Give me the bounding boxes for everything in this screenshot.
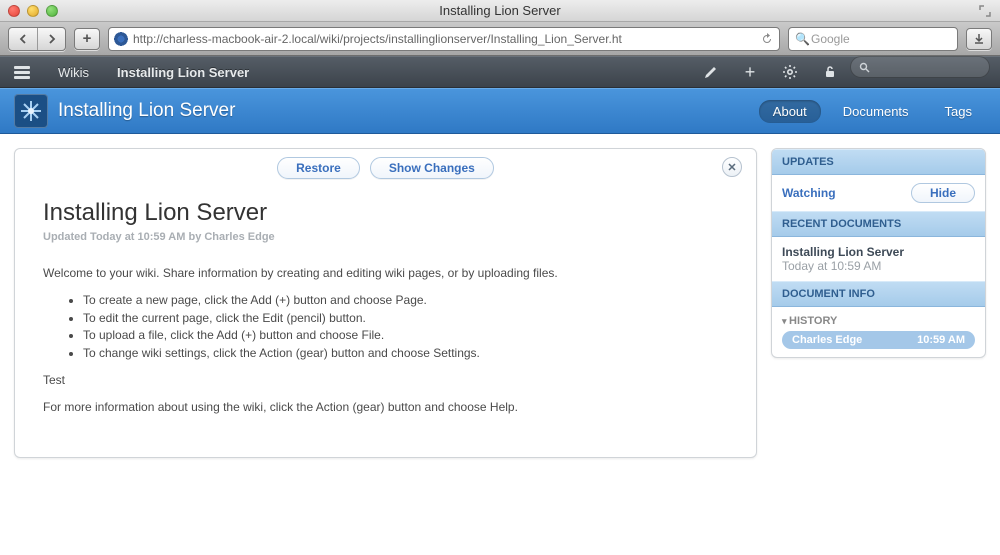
add-bookmark-button[interactable]: +	[74, 28, 100, 50]
forward-button[interactable]	[37, 28, 65, 50]
wiki-toolbar: Wikis Installing Lion Server +	[0, 56, 1000, 88]
wiki-menu-button[interactable]	[0, 56, 44, 88]
nav-buttons	[8, 27, 66, 51]
list-item: To upload a file, click the Add (+) butt…	[83, 327, 728, 344]
restore-button[interactable]: Restore	[277, 157, 360, 179]
window-title: Installing Lion Server	[0, 3, 1000, 18]
wiki-logo-icon	[14, 94, 48, 128]
wiki-search-field[interactable]	[850, 56, 990, 78]
lock-button[interactable]	[810, 56, 850, 88]
intro-paragraph: Welcome to your wiki. Share information …	[43, 265, 728, 282]
hide-button[interactable]: Hide	[911, 183, 975, 203]
url-text: http://charless-macbook-air-2.local/wiki…	[133, 32, 622, 46]
test-paragraph: Test	[43, 372, 728, 389]
recent-doc-title: Installing Lion Server	[782, 245, 975, 259]
content-area: Restore Show Changes ✕ Installing Lion S…	[0, 134, 1000, 472]
breadcrumb-current[interactable]: Installing Lion Server	[103, 56, 263, 88]
recent-doc-time: Today at 10:59 AM	[782, 259, 975, 273]
tab-documents[interactable]: Documents	[829, 100, 923, 123]
history-entry[interactable]: Charles Edge 10:59 AM	[782, 331, 975, 349]
edit-button[interactable]	[690, 56, 730, 88]
browser-toolbar: + http://charless-macbook-air-2.local/wi…	[0, 22, 1000, 56]
wiki-header: Installing Lion Server About Documents T…	[0, 88, 1000, 134]
more-paragraph: For more information about using the wik…	[43, 399, 728, 416]
url-field[interactable]: http://charless-macbook-air-2.local/wiki…	[108, 27, 780, 51]
show-changes-button[interactable]: Show Changes	[370, 157, 494, 179]
watching-row: Watching Hide	[772, 175, 985, 211]
back-button[interactable]	[9, 28, 37, 50]
search-icon: 🔍	[795, 32, 809, 46]
updates-header: UPDATES	[772, 149, 985, 175]
list-item: To change wiki settings, click the Actio…	[83, 345, 728, 362]
main-panel: Restore Show Changes ✕ Installing Lion S…	[14, 148, 757, 458]
history-label[interactable]: HISTORY	[782, 315, 975, 327]
history-time: 10:59 AM	[917, 334, 965, 346]
search-field[interactable]: 🔍 Google	[788, 27, 958, 51]
action-gear-button[interactable]	[770, 56, 810, 88]
menu-icon	[14, 66, 30, 79]
revision-bar: Restore Show Changes ✕	[15, 149, 756, 187]
reload-icon[interactable]	[759, 31, 775, 47]
watching-label: Watching	[782, 186, 836, 200]
close-revision-button[interactable]: ✕	[722, 157, 742, 177]
sidebar-panel: UPDATES Watching Hide RECENT DOCUMENTS I…	[771, 148, 986, 358]
page-content: Welcome to your wiki. Share information …	[43, 265, 728, 417]
site-favicon	[113, 31, 129, 47]
page-title: Installing Lion Server	[43, 199, 728, 227]
recent-docs-header: RECENT DOCUMENTS	[772, 211, 985, 237]
list-item: To create a new page, click the Add (+) …	[83, 292, 728, 309]
downloads-button[interactable]	[966, 28, 992, 50]
search-icon	[859, 62, 870, 73]
docinfo-header: DOCUMENT INFO	[772, 281, 985, 307]
history-section: HISTORY Charles Edge 10:59 AM	[772, 307, 985, 357]
tab-tags[interactable]: Tags	[931, 100, 986, 123]
tab-about[interactable]: About	[759, 100, 821, 123]
wiki-title: Installing Lion Server	[58, 100, 235, 122]
page-updated-line: Updated Today at 10:59 AM by Charles Edg…	[43, 231, 728, 243]
history-author: Charles Edge	[792, 334, 862, 346]
add-button[interactable]: +	[730, 56, 770, 88]
breadcrumb-wikis[interactable]: Wikis	[44, 56, 103, 88]
list-item: To edit the current page, click the Edit…	[83, 310, 728, 327]
wiki-tabs: About Documents Tags	[759, 100, 986, 123]
page-body: Installing Lion Server Updated Today at …	[15, 187, 756, 457]
window-titlebar: Installing Lion Server	[0, 0, 1000, 22]
instruction-list: To create a new page, click the Add (+) …	[83, 292, 728, 362]
search-placeholder: Google	[811, 32, 850, 46]
recent-doc-item[interactable]: Installing Lion Server Today at 10:59 AM	[772, 237, 985, 281]
wiki-toolbar-right: +	[690, 56, 1000, 88]
